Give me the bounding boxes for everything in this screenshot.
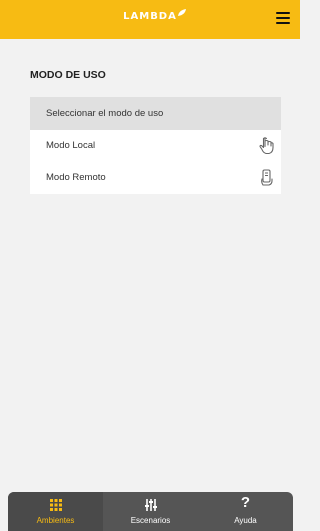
mode-local-label: Modo Local: [46, 140, 96, 151]
hamburger-menu-icon[interactable]: [276, 12, 290, 26]
top-bar: LAMBDA: [0, 0, 300, 39]
mode-local-item[interactable]: Modo Local: [30, 130, 281, 162]
logo-text: LAMBDA: [123, 11, 177, 22]
nav-ambientes-label: Ambientes: [36, 516, 75, 525]
nav-ayuda-label: Ayuda: [234, 516, 257, 525]
nav-ayuda[interactable]: ? Ayuda: [198, 492, 293, 531]
card-header: Seleccionar el modo de uso: [30, 97, 281, 130]
section-title: MODO DE USO: [30, 69, 106, 81]
sliders-icon: [144, 499, 157, 511]
nav-escenarios[interactable]: Escenarios: [103, 492, 198, 531]
mode-remote-item[interactable]: Modo Remoto: [30, 162, 281, 194]
mode-remote-label: Modo Remoto: [46, 172, 106, 183]
nav-ambientes[interactable]: Ambientes: [8, 492, 103, 531]
hand-pointer-icon: [259, 137, 274, 155]
remote-control-hand-icon: [261, 169, 273, 186]
question-icon: ?: [240, 494, 251, 511]
grid-icon: [49, 499, 62, 511]
bottom-navigation: Ambientes Escenarios ? Ayuda: [8, 492, 293, 531]
nav-escenarios-label: Escenarios: [130, 516, 171, 525]
logo-leaf-icon: [177, 9, 186, 16]
app-logo: LAMBDA: [0, 9, 300, 22]
mode-card: Seleccionar el modo de uso Modo Local Mo…: [30, 97, 281, 194]
